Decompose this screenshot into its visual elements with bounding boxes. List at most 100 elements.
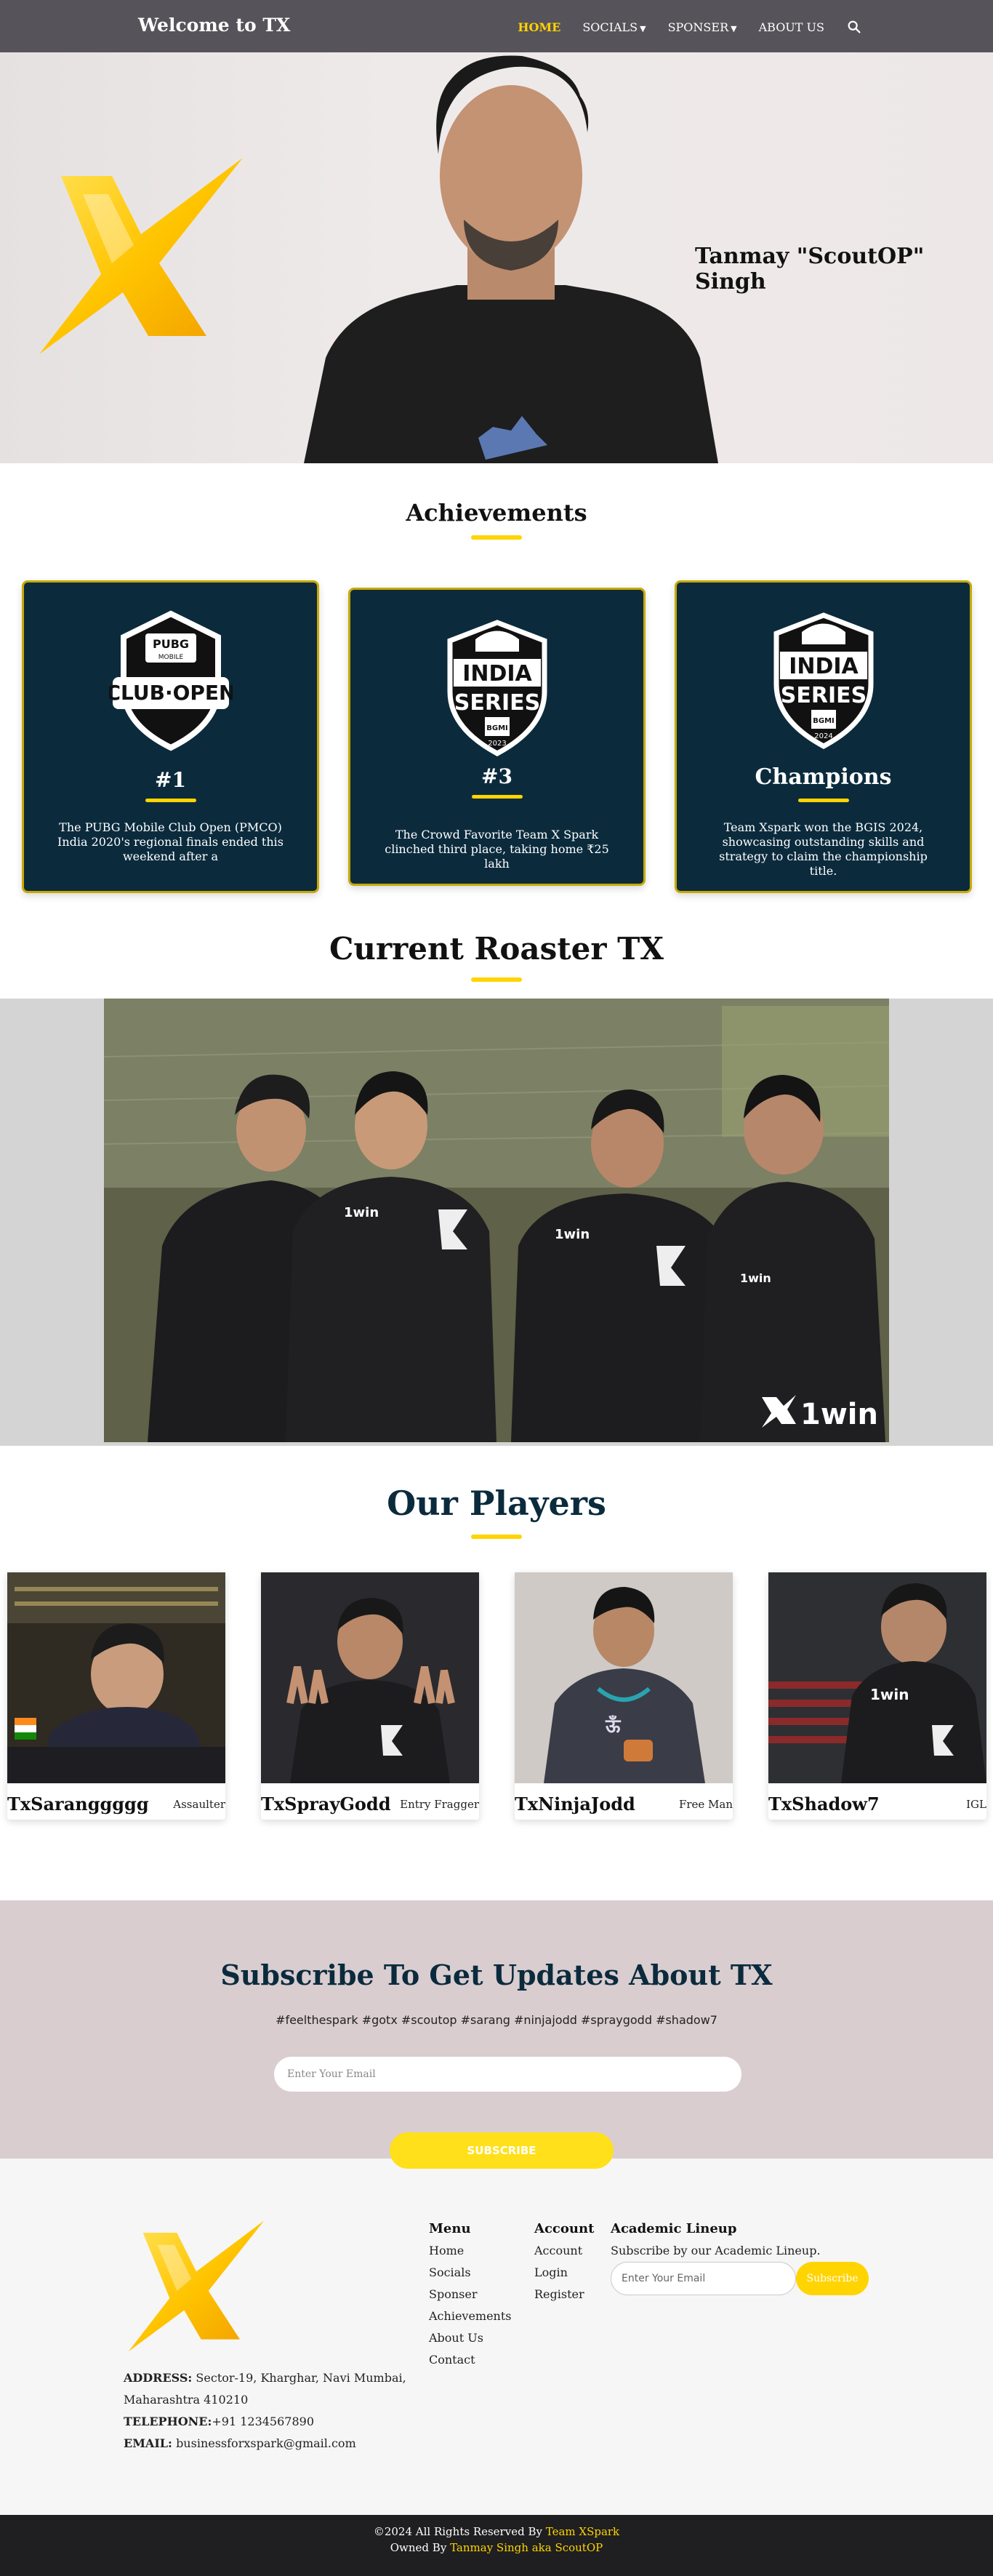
footer-lineup: Academic Lineup Subscribe by our Academi… [611,2218,821,2262]
hero-player-photo [304,55,718,463]
achievements-underline [471,535,522,540]
svg-text:BGMI: BGMI [813,717,835,725]
player-role: Assaulter [173,1798,225,1811]
hero-player-name: Tanmay "ScoutOP" Singh [695,244,925,295]
player-name: TxShadow7 [768,1793,880,1815]
pmco-badge-icon: PUBG MOBILE CLUB·OPEN [109,610,233,751]
player-name: TxNinjaJodd [515,1793,635,1815]
footer-subscribe-button[interactable]: Subscribe [796,2262,869,2295]
roster-title: Current Roaster TX [329,931,664,967]
achievement-card: PUBG MOBILE CLUB·OPEN #1 The PUBG Mobile… [22,580,319,893]
svg-text:2024: 2024 [814,732,832,740]
footer-link-contact[interactable]: Contact [429,2349,512,2371]
address-label: ADDRESS: [124,2371,193,2385]
team-photo-illustration: 1win 1win 1win 1win [104,999,889,1442]
player-role: Free Man [678,1798,733,1811]
top-navbar: Welcome to TX HOME SOCIALS ▼ SPONSER ▼ ABO… [0,0,993,52]
brand-title[interactable]: Welcome to TX [138,15,290,36]
svg-text:INDIA: INDIA [462,661,532,687]
telephone-value[interactable]: +91 1234567890 [212,2415,314,2428]
subscribe-button[interactable]: SUBSCRIBE [390,2132,614,2169]
tx-logo-icon [39,158,243,354]
player-name: TxSprayGodd [261,1793,391,1815]
footer-link-login[interactable]: Login [534,2262,594,2284]
footer-link-about[interactable]: About Us [429,2327,512,2349]
footer-link-socials[interactable]: Socials [429,2262,512,2284]
footer-link-sponser[interactable]: Sponser [429,2284,512,2305]
players-title: Our Players [387,1484,606,1523]
footer-link-account[interactable]: Account [534,2240,594,2262]
nav-links: HOME SOCIALS ▼ SPONSER ▼ ABOUT US [518,19,862,35]
roster-team-photo: 1win 1win 1win 1win [104,999,889,1442]
player-card[interactable]: ऊँ TxNinjaJodd Free Man [515,1572,733,1820]
svg-text:1win: 1win [555,1227,590,1242]
footer-email-input[interactable]: Enter Your Email [611,2262,796,2295]
achievement-title: #1 [155,768,186,792]
roster-underline [471,977,522,982]
achievement-card: INDIA SERIES BGMI 2024 Champions Team Xs… [675,580,972,893]
svg-text:CLUB·OPEN: CLUB·OPEN [109,681,233,705]
svg-text:SERIES: SERIES [780,683,866,708]
players-underline [471,1535,522,1539]
address-line1: Sector-19, Kharghar, Navi Mumbai, [196,2371,406,2385]
footer-link-home[interactable]: Home [429,2240,512,2262]
svg-text:ऊँ: ऊँ [605,1715,622,1737]
achievements-title: Achievements [406,499,587,527]
address-line2: Maharashtra 410210 [124,2393,249,2407]
svg-text:PUBG: PUBG [152,637,188,651]
subscribe-email-input[interactable]: Enter Your Email [274,2057,741,2092]
player-card[interactable]: TxSprayGodd Entry Fragger [261,1572,479,1820]
subscribe-section: Subscribe To Get Updates About TX #feelt… [0,1900,993,2159]
svg-text:BGMI: BGMI [486,724,508,732]
nav-socials-label: SOCIALS [582,20,638,34]
achievement-underline [145,799,196,802]
player-card[interactable]: 1win TxShadow7 IGL [768,1572,986,1820]
subscribe-hashtags: #feelthespark #gotx #scoutop #sarang #ni… [276,2013,717,2027]
achievement-card: INDIA SERIES BGMI 2023 #3 The Crowd Favo… [348,588,646,886]
nav-socials-dropdown[interactable]: SOCIALS ▼ [582,20,646,34]
achievement-underline [471,795,523,799]
email-value[interactable]: businessforxspark@gmail.com [176,2436,356,2450]
svg-text:1win: 1win [870,1686,909,1703]
footer-link-register[interactable]: Register [534,2284,594,2305]
copyright-owner-link[interactable]: Tanmay Singh aka ScoutOP [450,2541,603,2554]
player-role: IGL [966,1798,986,1811]
copyright-prefix: ©2024 All Rights Reserved By [373,2525,542,2538]
achievement-underline [797,799,849,802]
footer-link-achievements[interactable]: Achievements [429,2305,512,2327]
svg-text:1win: 1win [740,1271,771,1285]
player-card[interactable]: TxSaranggggg Assaulter [7,1572,225,1820]
nav-about-link[interactable]: ABOUT US [759,20,824,34]
svg-text:SERIES: SERIES [454,690,539,716]
player-photo [7,1572,225,1783]
svg-text:1win: 1win [344,1205,379,1220]
footer-account: Account Account Login Register [534,2218,594,2305]
player-photo [261,1572,479,1783]
player-role: Entry Fragger [400,1798,479,1811]
email-label: EMAIL: [124,2436,172,2450]
footer-menu: Menu Home Socials Sponser Achievements A… [429,2218,512,2371]
achievement-text: The PUBG Mobile Club Open (PMCO) India 2… [57,820,284,863]
nav-sponser-dropdown[interactable]: SPONSER ▼ [668,20,737,34]
hero-banner: Tanmay "ScoutOP" Singh [0,52,993,463]
nav-home-link[interactable]: HOME [518,20,560,34]
achievement-text: Team Xspark won the BGIS 2024, showcasin… [719,820,928,878]
nav-sponser-label: SPONSER [667,20,729,34]
player-photo: 1win [768,1572,986,1783]
footer-contact: ADDRESS: Sector-19, Kharghar, Navi Mumba… [124,2367,406,2455]
footer-tx-logo-icon [128,2220,265,2352]
achievement-text: The Crowd Favorite Team X Spark clinched… [385,828,609,871]
footer: ADDRESS: Sector-19, Kharghar, Navi Mumba… [0,2159,993,2515]
india-series-2023-badge-icon: INDIA SERIES BGMI 2023 [447,620,547,756]
page: Welcome to TX HOME SOCIALS ▼ SPONSER ▼ ABO… [0,0,993,2576]
svg-text:2023: 2023 [488,740,506,748]
copyright-owned: Owned By [390,2541,447,2554]
copyright-team-link[interactable]: Team XSpark [546,2525,619,2538]
footer-account-title: Account [534,2221,595,2236]
roster-sponsor-logo: 1win [800,1398,878,1431]
footer-menu-title: Menu [429,2221,471,2236]
india-series-2024-badge-icon: INDIA SERIES BGMI 2024 [773,612,873,749]
caret-down-icon: ▼ [731,23,737,33]
player-name: TxSaranggggg [7,1793,149,1815]
search-icon[interactable] [846,19,862,35]
